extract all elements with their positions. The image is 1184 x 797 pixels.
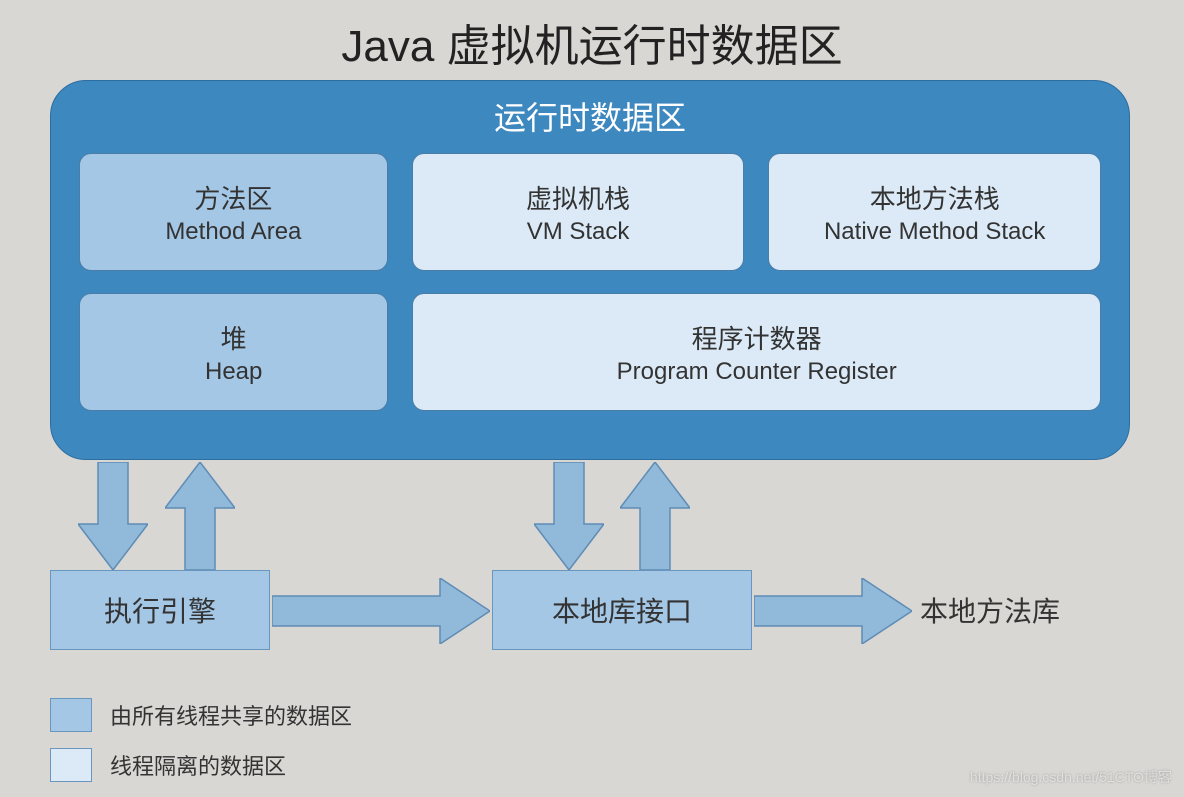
arrow-up-exec (165, 462, 235, 570)
arrow-down-exec (78, 462, 148, 570)
watermark-text: https://blog.csdn.net/51CTO博客 (970, 767, 1172, 787)
native-stack-box: 本地方法栈 Native Method Stack (768, 153, 1101, 271)
method-area-en: Method Area (165, 218, 301, 246)
row-bottom: 堆 Heap 程序计数器 Program Counter Register (79, 293, 1101, 411)
pc-register-en: Program Counter Register (617, 358, 897, 386)
heap-box: 堆 Heap (79, 293, 388, 411)
native-method-library-label: 本地方法库 (920, 590, 1060, 630)
legend-private: 线程隔离的数据区 (50, 748, 286, 782)
execution-engine-box: 执行引擎 (50, 570, 270, 650)
method-area-cn: 方法区 (194, 179, 272, 216)
pc-register-cn: 程序计数器 (692, 319, 822, 356)
native-stack-cn: 本地方法栈 (870, 179, 1000, 216)
vm-stack-box: 虚拟机栈 VM Stack (412, 153, 745, 271)
heap-en: Heap (205, 358, 262, 386)
page-title: Java 虚拟机运行时数据区 (0, 0, 1184, 74)
arrow-up-native (620, 462, 690, 570)
arrow-right-native-to-lib (754, 578, 912, 644)
method-area-box: 方法区 Method Area (79, 153, 388, 271)
runtime-data-area: 运行时数据区 方法区 Method Area 虚拟机栈 VM Stack 本地方… (50, 80, 1130, 460)
pc-register-box: 程序计数器 Program Counter Register (412, 293, 1101, 411)
native-stack-en: Native Method Stack (824, 218, 1045, 246)
vm-stack-cn: 虚拟机栈 (526, 179, 630, 216)
legend-shared: 由所有线程共享的数据区 (50, 698, 352, 732)
native-library-interface-box: 本地库接口 (492, 570, 752, 650)
arrow-right-exec-to-native (272, 578, 490, 644)
vm-stack-en: VM Stack (527, 218, 630, 246)
legend-private-swatch (50, 748, 92, 782)
legend-private-label: 线程隔离的数据区 (110, 749, 286, 781)
heap-cn: 堆 (221, 319, 247, 356)
legend-shared-label: 由所有线程共享的数据区 (110, 699, 352, 731)
legend-shared-swatch (50, 698, 92, 732)
runtime-header: 运行时数据区 (79, 93, 1101, 139)
arrow-down-native (534, 462, 604, 570)
row-top: 方法区 Method Area 虚拟机栈 VM Stack 本地方法栈 Nati… (79, 153, 1101, 271)
